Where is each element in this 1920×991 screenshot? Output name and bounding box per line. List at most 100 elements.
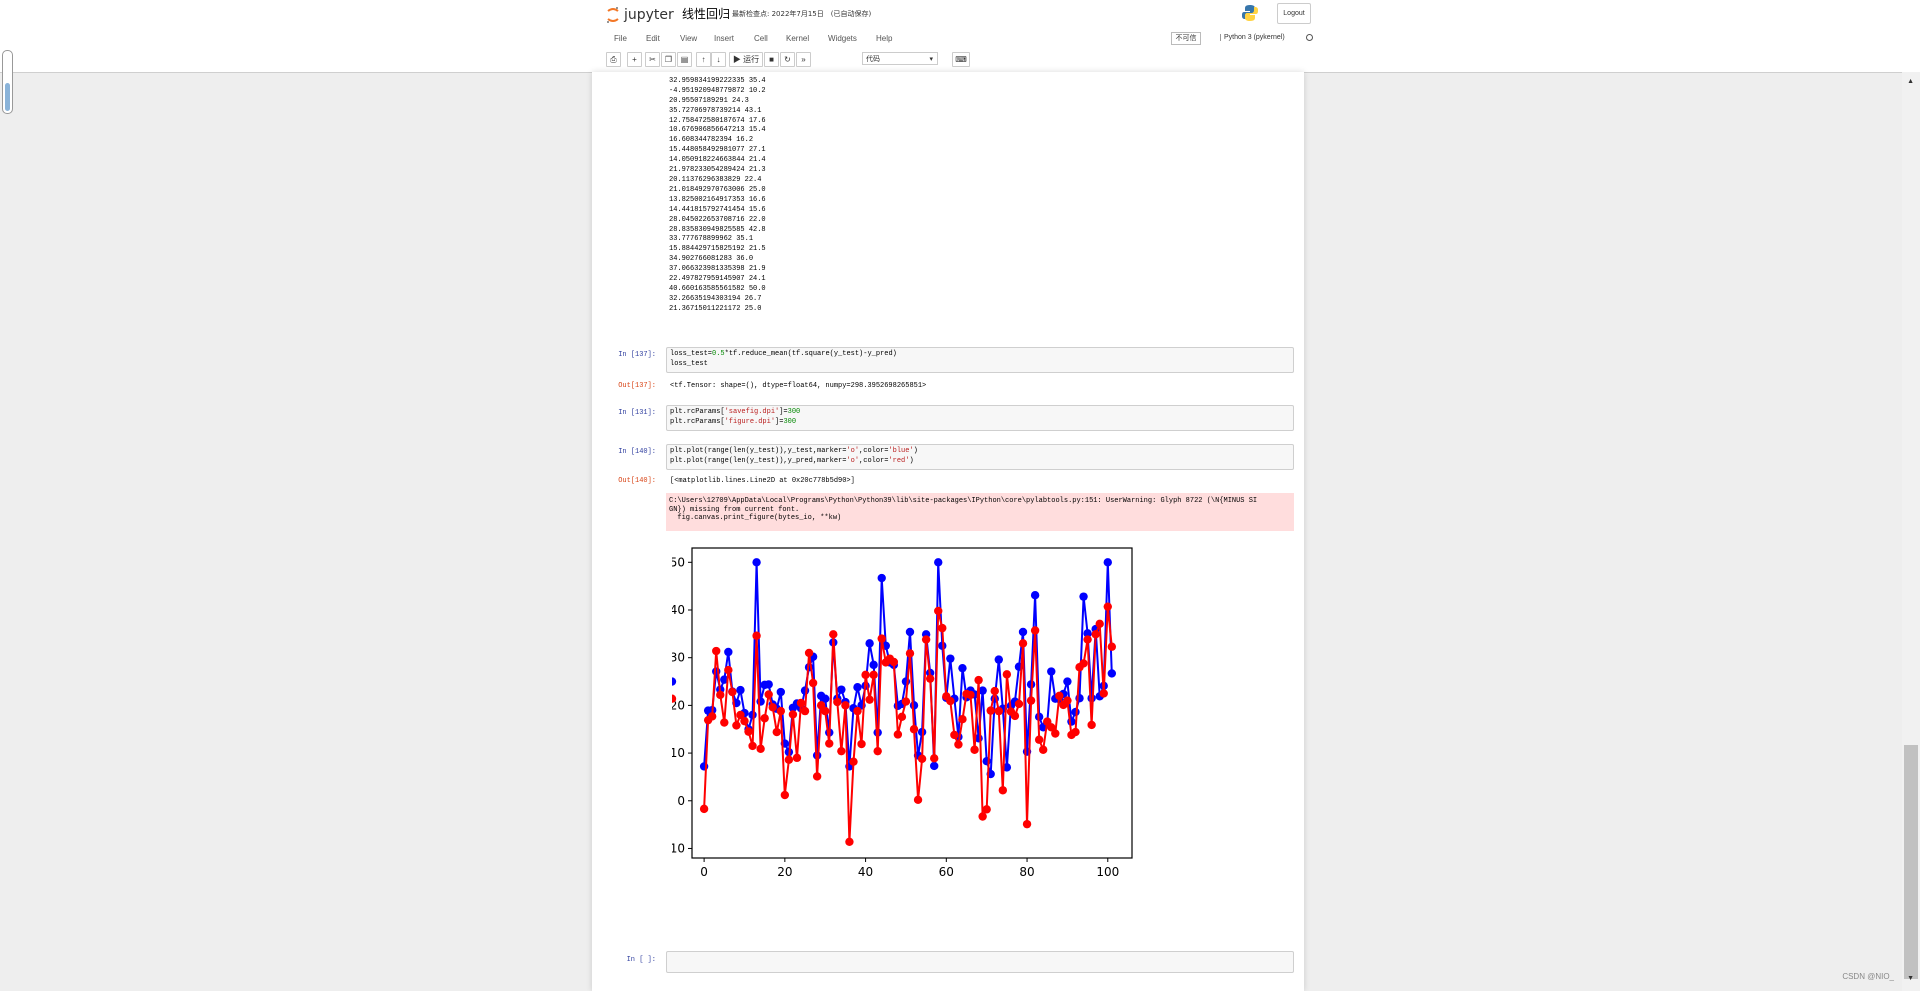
scroll-down-icon[interactable]: ▼ xyxy=(1907,975,1914,982)
menu-insert[interactable]: Insert xyxy=(714,34,734,43)
output-line: 12.758472580187674 17.6 xyxy=(669,116,766,125)
data-point xyxy=(901,697,911,706)
save-button[interactable]: ⎙ xyxy=(606,52,621,67)
menu-kernel[interactable]: Kernel xyxy=(786,34,809,43)
code-line: plt.plot(range(len(y_test)),y_pred,marke… xyxy=(670,456,914,465)
data-point xyxy=(954,740,963,749)
paste-icon: ▤ xyxy=(680,55,689,64)
data-point xyxy=(974,675,983,685)
data-point xyxy=(1018,639,1028,648)
data-point xyxy=(1010,711,1020,721)
data-point xyxy=(1026,696,1036,705)
menu-cell[interactable]: Cell xyxy=(754,34,768,43)
copy-button[interactable]: ❐ xyxy=(661,52,676,67)
data-point xyxy=(978,812,987,821)
logout-button[interactable]: Logout xyxy=(1277,3,1311,24)
cell-131-code[interactable]: plt.rcParams['savefig.dpi']=300 plt.rcPa… xyxy=(666,405,1294,431)
run-button[interactable]: ▶ 运行 xyxy=(729,52,763,67)
data-point xyxy=(748,741,757,751)
data-point xyxy=(938,623,947,633)
warning-line: fig.canvas.print_figure(bytes_io, **kw) xyxy=(669,514,842,522)
data-point xyxy=(873,746,882,756)
empty-code-cell[interactable] xyxy=(666,951,1294,973)
data-point xyxy=(897,712,907,722)
line-chart: 50403020100−10020406080100 xyxy=(660,547,1133,879)
data-point xyxy=(853,706,862,716)
data-point xyxy=(946,696,955,706)
data-point xyxy=(909,701,919,710)
data-point xyxy=(764,680,773,689)
stop-button[interactable]: ■ xyxy=(764,52,779,67)
logo-text: jupyter xyxy=(624,7,674,23)
data-point xyxy=(1038,745,1048,754)
move-up-button[interactable]: ↑ xyxy=(696,52,711,67)
data-point xyxy=(707,712,717,721)
data-point xyxy=(849,757,858,766)
data-point xyxy=(1063,677,1072,686)
cell-output-text: 21.378180864448 25.132.959834199222335 3… xyxy=(669,72,766,315)
data-point xyxy=(1091,630,1100,639)
y-tick-label: 0 xyxy=(677,794,685,808)
data-point xyxy=(986,706,995,715)
data-point xyxy=(752,631,761,640)
restart-run-all-button[interactable]: » xyxy=(796,52,811,67)
data-point xyxy=(958,715,967,724)
command-palette-button[interactable]: ⌨ xyxy=(952,52,970,67)
scroll-up-icon[interactable]: ▲ xyxy=(1907,78,1914,85)
stop-icon: ■ xyxy=(769,55,774,64)
trusted-indicator[interactable]: 不可信 xyxy=(1171,32,1201,45)
data-point xyxy=(893,730,903,739)
slider-fill xyxy=(5,83,10,111)
output-line: 20.95507189291 24.3 xyxy=(669,96,749,105)
data-point xyxy=(1022,819,1032,829)
data-point xyxy=(958,663,967,673)
data-point xyxy=(829,630,838,639)
cell-137-code[interactable]: loss_test=0.5*tf.reduce_mean(tf.square(y… xyxy=(666,347,1294,373)
data-point xyxy=(1095,619,1104,629)
copy-icon: ❐ xyxy=(664,55,673,64)
data-point xyxy=(905,627,915,637)
output-line: 21.018492970763006 25.0 xyxy=(669,185,766,194)
output-line: 33.777678899962 35.1 xyxy=(669,235,754,244)
output-line: 21.978233054289424 21.3 xyxy=(669,166,766,175)
jupyter-logo[interactable]: jupyter xyxy=(606,4,674,26)
paste-button[interactable]: ▤ xyxy=(677,52,692,67)
data-point xyxy=(788,710,798,719)
restart-button[interactable]: ↻ xyxy=(780,52,795,67)
data-point xyxy=(1034,735,1044,744)
data-point xyxy=(732,721,741,730)
data-point xyxy=(946,654,955,663)
data-point xyxy=(720,718,729,727)
insert-cell-button[interactable]: + xyxy=(627,52,642,67)
data-point xyxy=(934,606,943,616)
cell-type-select[interactable]: 代码 ▾ xyxy=(862,52,938,65)
data-point xyxy=(1018,627,1028,637)
python-logo-icon xyxy=(1241,4,1259,22)
data-point xyxy=(728,687,737,697)
cut-button[interactable]: ✂ xyxy=(645,52,660,67)
data-point xyxy=(841,701,850,710)
move-down-button[interactable]: ↓ xyxy=(711,52,726,67)
data-point xyxy=(1083,635,1092,644)
cell-140-code[interactable]: plt.plot(range(len(y_test)),y_test,marke… xyxy=(666,444,1294,470)
output-line: 32.959834199222335 35.4 xyxy=(669,76,766,85)
data-point xyxy=(776,687,786,697)
notebook-title[interactable]: 线性回归 xyxy=(682,5,730,22)
data-point xyxy=(950,730,959,740)
data-point xyxy=(821,706,830,716)
scrollbar-thumb[interactable] xyxy=(1904,745,1918,979)
toc-slider[interactable] xyxy=(2,50,13,114)
menu-widgets[interactable]: Widgets xyxy=(828,34,857,43)
menu-file[interactable]: File xyxy=(614,34,627,43)
warning-line: GN}) missing from current font. xyxy=(669,505,800,514)
code-line: loss_test xyxy=(670,359,708,368)
restart-icon: ↻ xyxy=(784,55,791,64)
menu-view[interactable]: View xyxy=(680,34,697,43)
output-line: 28.045022653708716 22.0 xyxy=(669,215,766,224)
data-point xyxy=(712,646,721,656)
menu-help[interactable]: Help xyxy=(876,34,892,43)
stderr-warning: C:\Users\12709\AppData\Local\Programs\Py… xyxy=(666,493,1294,531)
menu-edit[interactable]: Edit xyxy=(646,34,660,43)
output-line: 14.441815792741454 15.6 xyxy=(669,205,766,214)
data-point xyxy=(1071,707,1080,717)
